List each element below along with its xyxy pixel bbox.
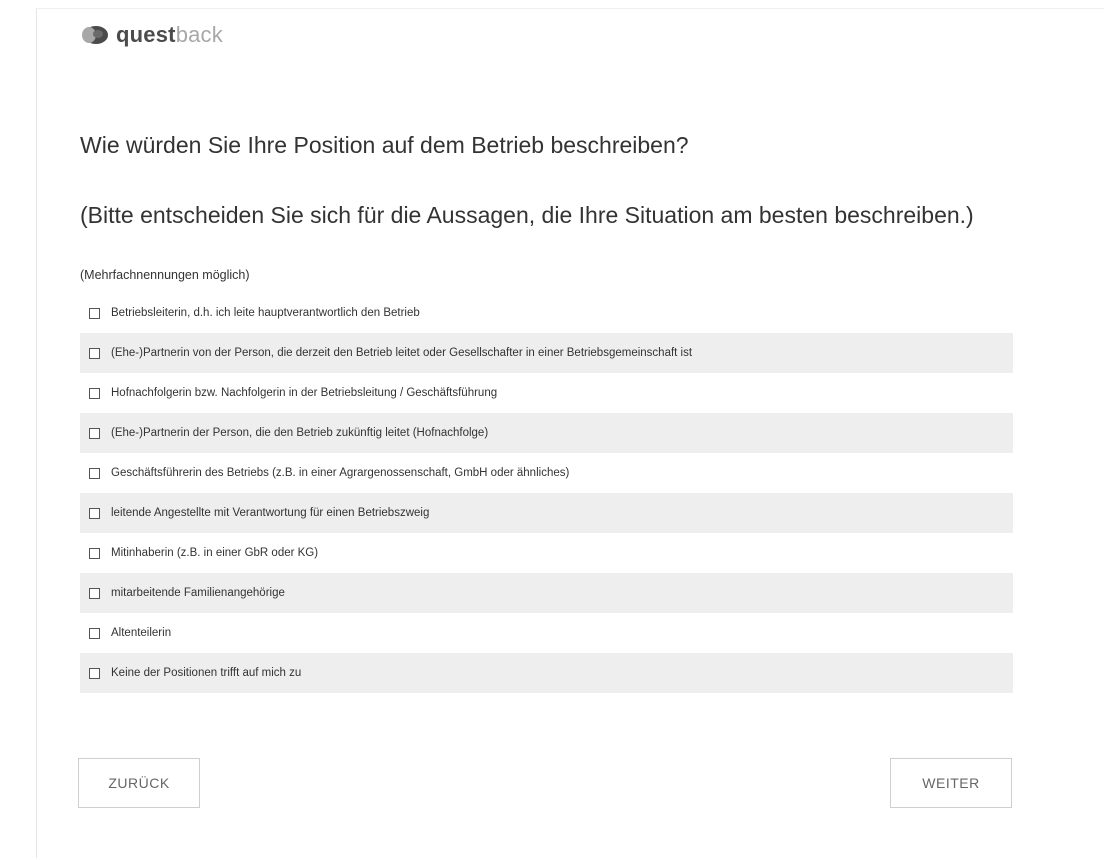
option-label: Hofnachfolgerin bzw. Nachfolgerin in der…: [111, 387, 498, 399]
checkbox[interactable]: [89, 667, 100, 679]
checkbox[interactable]: [89, 427, 100, 439]
option-label: Mitinhaberin (z.B. in einer GbR oder KG): [111, 547, 319, 559]
option-label: Altenteilerin: [111, 627, 172, 639]
option-row[interactable]: (Ehe-)Partnerin von der Person, die derz…: [80, 333, 1013, 373]
logo-wordmark: questback: [116, 22, 223, 48]
checkbox[interactable]: [89, 587, 100, 599]
option-row[interactable]: leitende Angestellte mit Verantwortung f…: [80, 493, 1013, 533]
option-row[interactable]: Mitinhaberin (z.B. in einer GbR oder KG): [80, 533, 1013, 573]
questback-logo: questback: [80, 22, 223, 48]
option-row[interactable]: Altenteilerin: [80, 613, 1013, 653]
back-button[interactable]: ZURÜCK: [78, 758, 200, 808]
option-label: (Ehe-)Partnerin von der Person, die derz…: [111, 347, 693, 359]
option-label: Betriebsleiterin, d.h. ich leite hauptve…: [111, 307, 420, 319]
option-row[interactable]: Geschäftsführerin des Betriebs (z.B. in …: [80, 453, 1013, 493]
option-label: Keine der Positionen trifft auf mich zu: [111, 667, 302, 679]
logo-text-light: back: [175, 22, 223, 47]
option-label: (Ehe-)Partnerin der Person, die den Betr…: [111, 427, 489, 439]
questback-logo-icon: [82, 26, 108, 44]
question-instruction: (Bitte entscheiden Sie sich für die Auss…: [80, 202, 974, 228]
option-label: Geschäftsführerin des Betriebs (z.B. in …: [111, 467, 570, 479]
checkbox[interactable]: [89, 467, 100, 479]
option-row[interactable]: mitarbeitende Familienangehörige: [80, 573, 1013, 613]
checkbox[interactable]: [89, 307, 100, 319]
checkbox[interactable]: [89, 347, 100, 359]
option-row[interactable]: Keine der Positionen trifft auf mich zu: [80, 653, 1013, 693]
checkbox[interactable]: [89, 507, 100, 519]
option-row[interactable]: Hofnachfolgerin bzw. Nachfolgerin in der…: [80, 373, 1013, 413]
logo-text-strong: quest: [116, 22, 176, 47]
option-label: mitarbeitende Familienangehörige: [111, 587, 285, 599]
checkbox[interactable]: [89, 547, 100, 559]
next-button[interactable]: WEITER: [890, 758, 1012, 808]
option-row[interactable]: (Ehe-)Partnerin der Person, die den Betr…: [80, 413, 1013, 453]
question-hint: (Mehrfachnennungen möglich): [80, 268, 250, 282]
question-title: Wie würden Sie Ihre Position auf dem Bet…: [80, 132, 689, 158]
checkbox[interactable]: [89, 387, 100, 399]
option-label: leitende Angestellte mit Verantwortung f…: [111, 507, 430, 519]
checkbox[interactable]: [89, 627, 100, 639]
option-list: Betriebsleiterin, d.h. ich leite hauptve…: [80, 293, 1013, 693]
option-row[interactable]: Betriebsleiterin, d.h. ich leite hauptve…: [80, 293, 1013, 333]
